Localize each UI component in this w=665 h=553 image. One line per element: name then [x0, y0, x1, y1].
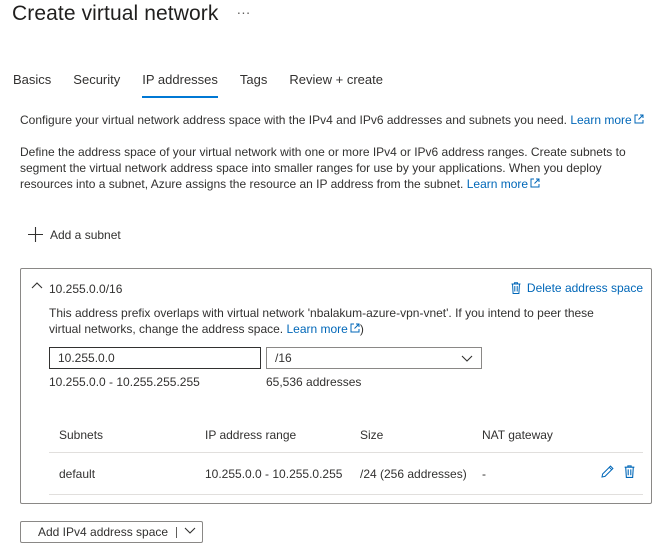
delete-address-space-label: Delete address space — [526, 281, 643, 295]
tab-bar: Basics Security IP addresses Tags Review… — [13, 70, 405, 98]
trash-icon — [511, 282, 521, 294]
tab-tags[interactable]: Tags — [240, 70, 267, 95]
overlap-warning: This address prefix overlaps with virtua… — [49, 305, 609, 337]
table-row: default 10.255.0.0 - 10.255.0.255 /24 (2… — [49, 453, 643, 495]
external-link-icon — [350, 323, 360, 333]
more-options-button[interactable]: ··· — [236, 4, 250, 20]
add-ipv4-label: Add IPv4 address space — [38, 525, 169, 539]
subnet-nat-gateway: - — [482, 467, 486, 481]
add-subnet-button[interactable]: Add a subnet — [28, 227, 121, 242]
edit-subnet-button[interactable] — [601, 465, 614, 478]
column-header-nat-gateway: NAT gateway — [482, 428, 553, 442]
prefix-size-value: /16 — [275, 351, 292, 365]
warning-learn-more-link[interactable]: Learn more — [286, 322, 360, 336]
subnets-table: Subnets IP address range Size NAT gatewa… — [49, 421, 643, 495]
trash-icon — [624, 465, 635, 478]
chevron-down-icon[interactable] — [184, 527, 196, 534]
prefix-size-select[interactable]: /16 — [266, 347, 482, 369]
warning-close-paren: ) — [359, 322, 364, 336]
external-link-icon — [634, 114, 644, 124]
subnet-size: /24 (256 addresses) — [360, 467, 467, 481]
tab-review-create[interactable]: Review + create — [289, 70, 383, 95]
subnets-table-header: Subnets IP address range Size NAT gatewa… — [49, 421, 643, 453]
row-actions — [601, 465, 635, 478]
intro-learn-more-link[interactable]: Learn more — [570, 113, 644, 127]
tab-ip-addresses[interactable]: IP addresses — [142, 70, 218, 98]
tab-basics[interactable]: Basics — [13, 70, 51, 95]
add-subnet-label: Add a subnet — [50, 227, 121, 242]
address-range-summary: 10.255.0.0 - 10.255.255.255 — [49, 375, 200, 389]
column-header-size: Size — [360, 428, 384, 442]
address-space-panel: 10.255.0.0/16 Delete address space This … — [20, 268, 652, 504]
address-range-input[interactable]: 10.255.0.0 — [49, 347, 261, 369]
column-header-subnets: Subnets — [59, 428, 104, 442]
split-button-divider — [176, 527, 177, 538]
chevron-down-icon — [461, 355, 473, 362]
address-space-title: 10.255.0.0/16 — [49, 282, 123, 296]
description-learn-more-label: Learn more — [466, 177, 529, 191]
external-link-icon — [530, 178, 540, 188]
pencil-icon — [601, 465, 614, 478]
create-vnet-page: Create virtual network ··· Basics Securi… — [0, 0, 665, 553]
description-text: Define the address space of your virtual… — [20, 144, 650, 192]
intro-learn-more-label: Learn more — [570, 113, 632, 127]
chevron-up-icon[interactable] — [31, 281, 43, 289]
intro-text: Configure your virtual network address s… — [20, 112, 660, 128]
description-learn-more-link[interactable]: Learn more — [467, 177, 540, 191]
subnet-name-link[interactable]: default — [59, 467, 95, 481]
column-header-ip-range: IP address range — [205, 428, 297, 442]
intro-body: Configure your virtual network address s… — [20, 113, 567, 127]
add-ipv4-address-space-button[interactable]: Add IPv4 address space — [20, 521, 203, 543]
page-title: Create virtual network — [12, 2, 219, 25]
delete-address-space-button[interactable]: Delete address space — [511, 281, 643, 295]
title-row: Create virtual network ··· — [12, 2, 250, 26]
address-count-summary: 65,536 addresses — [266, 375, 362, 389]
subnet-ip-range: 10.255.0.0 - 10.255.0.255 — [205, 467, 343, 481]
plus-icon — [28, 227, 43, 242]
warning-learn-more-label: Learn more — [286, 322, 348, 336]
tab-security[interactable]: Security — [73, 70, 120, 95]
delete-subnet-button[interactable] — [624, 465, 635, 478]
